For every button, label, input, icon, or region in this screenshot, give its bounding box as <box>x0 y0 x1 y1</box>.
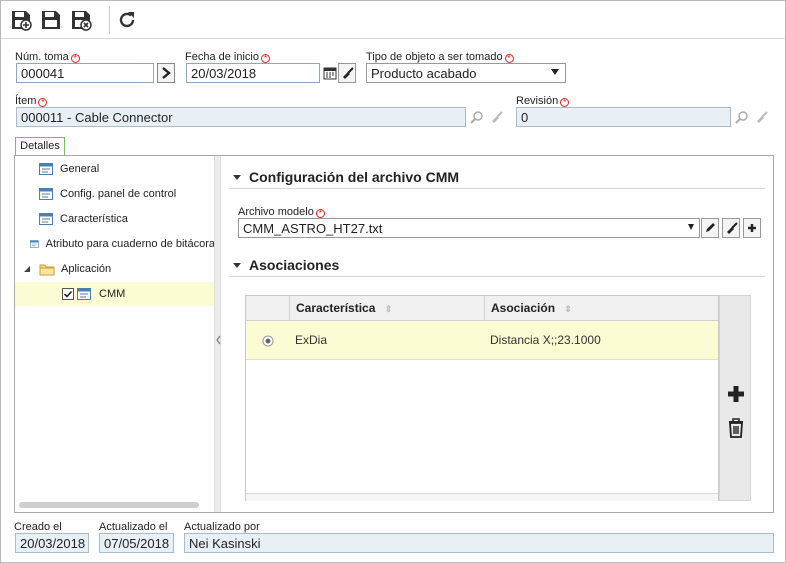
add-file-button[interactable] <box>743 218 761 238</box>
dropdown-arrow-icon <box>688 224 694 230</box>
num-toma-label: Núm. toma * <box>15 51 80 63</box>
tab-detalles[interactable]: Detalles <box>15 137 65 156</box>
delete-row-icon[interactable] <box>726 417 746 439</box>
folder-icon <box>39 264 55 275</box>
tree-item-general[interactable]: General <box>15 157 215 181</box>
expand-triangle-icon[interactable] <box>23 265 31 273</box>
tree-item-aplicacion[interactable]: Aplicación <box>15 257 215 281</box>
panel-splitter[interactable] <box>214 156 221 512</box>
clear-date-button[interactable] <box>338 63 356 83</box>
radio-selected-icon <box>262 335 273 346</box>
tab-panel: General Config. panel de control Caracte… <box>14 155 774 513</box>
eraser-icon <box>342 66 354 79</box>
revision-label: Revisión * <box>516 95 570 107</box>
archivo-modelo-select[interactable]: CMM_ASTRO_HT27.txt <box>238 218 700 238</box>
search-icon[interactable] <box>468 107 486 127</box>
tipo-label: Tipo de objeto a ser tomado * <box>366 51 514 63</box>
search-icon[interactable] <box>733 107 751 127</box>
eraser-icon[interactable] <box>752 107 770 127</box>
cell-asociacion: Distancia X;;23.1000 <box>490 333 601 347</box>
column-header-caracteristica[interactable]: Característica ⇕ <box>289 296 484 321</box>
actualizado-field: 07/05/2018 <box>99 533 174 553</box>
num-toma-field[interactable]: 000041 <box>16 63 154 83</box>
calendar-icon[interactable] <box>321 63 339 83</box>
eraser-icon <box>726 221 738 234</box>
asociaciones-grid: Característica ⇕ Asociación ⇕ ExDia Dist… <box>245 295 719 501</box>
refresh-icon[interactable] <box>114 7 140 33</box>
section-config-title[interactable]: Configuración del archivo CMM <box>233 169 459 185</box>
tree-item-caracteristica[interactable]: Característica <box>15 207 215 231</box>
toolbar-separator <box>109 6 110 34</box>
column-header-asociacion[interactable]: Asociación ⇕ <box>484 296 718 321</box>
window: Núm. toma * 000041 Fecha de inicio * 20/03… <box>0 0 786 563</box>
add-row-icon[interactable] <box>726 384 746 404</box>
actualizado-por-field: Nei Kasinski <box>184 533 774 553</box>
column-header-label: Asociación <box>491 301 556 315</box>
tree-panel: General Config. panel de control Caracte… <box>15 156 215 512</box>
grid-side-toolbar <box>719 295 751 501</box>
section-divider <box>229 188 765 189</box>
fecha-field[interactable]: 20/03/2018 <box>186 63 320 83</box>
item-label: Ítem * <box>15 95 48 107</box>
form-icon <box>77 288 91 300</box>
tree-item-label: General <box>60 163 100 175</box>
tree-item-label: CMM <box>99 288 126 300</box>
tree-item-label: Config. panel de control <box>60 188 177 200</box>
collapse-triangle-icon <box>233 175 241 180</box>
form-icon <box>29 240 39 248</box>
chevron-right-icon <box>162 67 171 79</box>
archivo-modelo-label: Archivo modelo * <box>238 206 325 218</box>
fecha-label: Fecha de inicio * <box>185 51 270 63</box>
collapse-triangle-icon <box>233 263 241 268</box>
column-header-label: Característica <box>296 301 376 315</box>
select-column-header <box>246 296 289 321</box>
toolbar <box>1 1 785 39</box>
go-button[interactable] <box>157 63 175 83</box>
clear-button[interactable] <box>722 218 740 238</box>
section-asociaciones-title[interactable]: Asociaciones <box>233 257 339 273</box>
row-radio[interactable] <box>246 321 289 360</box>
table-row[interactable]: ExDia Distancia X;;23.1000 <box>246 321 718 360</box>
tree-item-label: Atributo para cuaderno de bitácora <box>45 238 215 250</box>
tree-horizontal-scrollbar[interactable] <box>19 502 199 508</box>
tipo-select-value: Producto acabado <box>371 66 477 81</box>
form-icon <box>39 188 53 200</box>
revision-field: 0 <box>516 107 731 127</box>
tree-item-cmm[interactable]: CMM <box>15 282 215 306</box>
grid-header: Característica ⇕ Asociación ⇕ <box>246 296 718 321</box>
checkbox-checked-icon[interactable] <box>62 288 74 300</box>
tipo-select[interactable]: Producto acabado <box>366 63 566 83</box>
item-field: 000011 - Cable Connector <box>16 107 466 127</box>
tree-item-atributo[interactable]: Atributo para cuaderno de bitácora <box>15 232 215 256</box>
save-icon[interactable] <box>38 7 64 33</box>
actualizado-label: Actualizado el <box>99 521 168 533</box>
form-icon <box>39 163 53 175</box>
sort-icon: ⇕ <box>384 304 393 314</box>
edit-button[interactable] <box>701 218 719 238</box>
creado-label: Creado el <box>14 521 62 533</box>
eraser-icon[interactable] <box>487 107 505 127</box>
plus-icon <box>748 224 756 232</box>
archivo-modelo-value: CMM_ASTRO_HT27.txt <box>243 221 383 236</box>
cell-caracteristica: ExDia <box>295 333 328 347</box>
collapse-chevron-icon[interactable] <box>215 334 222 346</box>
section-divider <box>229 276 765 277</box>
save-new-icon[interactable] <box>8 7 34 33</box>
sort-icon: ⇕ <box>564 304 572 314</box>
form-icon <box>39 213 53 225</box>
tree-item-config-panel[interactable]: Config. panel de control <box>15 182 215 206</box>
creado-field: 20/03/2018 <box>15 533 89 553</box>
actualizado-por-label: Actualizado por <box>184 521 260 533</box>
save-close-icon[interactable] <box>68 7 94 33</box>
tree-item-label: Aplicación <box>61 263 112 275</box>
tree-item-label: Característica <box>60 213 128 225</box>
grid-horizontal-scrollbar[interactable] <box>246 493 718 501</box>
pencil-icon <box>706 223 715 232</box>
dropdown-arrow-icon <box>551 69 559 75</box>
